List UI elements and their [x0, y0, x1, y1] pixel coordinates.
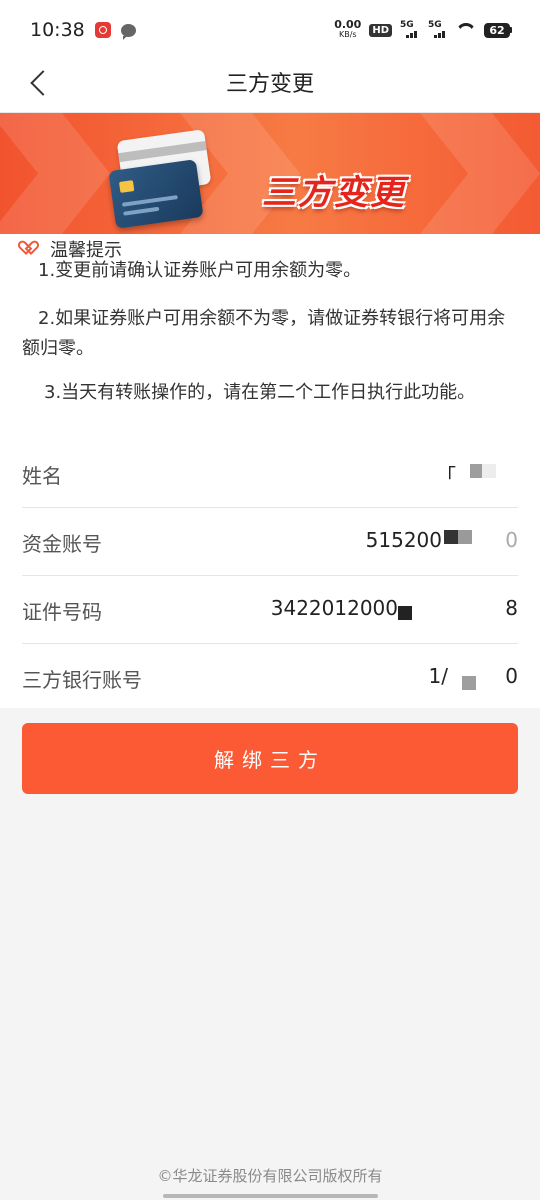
banner-chevron-decoration	[0, 113, 110, 234]
bank-account-value: 1/	[428, 664, 448, 688]
redaction-mask	[482, 464, 496, 478]
tips-section: 温馨提示 1.变更前请确认证券账户可用余额为零。 2.如果证券账户可用余额不为零…	[0, 234, 540, 440]
copyright-footer: ©华龙证券股份有限公司版权所有	[157, 1167, 383, 1185]
bank-card-front-icon	[108, 159, 204, 229]
bank-account-tail: 0	[505, 664, 518, 688]
tip-item: 1.变更前请确认证券账户可用余额为零。	[38, 260, 362, 281]
status-time: 10:38	[30, 19, 85, 41]
network-speed-value: 0.00	[334, 18, 362, 31]
status-bar: 10:38 0.00 KB/s HD 5G 5G 62	[0, 0, 540, 60]
fund-account-label: 资金账号	[22, 532, 102, 556]
unbind-button[interactable]: 解绑三方	[22, 723, 518, 794]
bank-account-label: 三方银行账号	[22, 668, 142, 692]
page-title: 三方变更	[225, 72, 314, 97]
nav-bar: 三方变更	[0, 60, 540, 113]
redaction-mask	[398, 606, 412, 620]
network-speed-unit: KB/s	[338, 30, 357, 39]
cell-signal-2-icon: 5G	[428, 20, 448, 38]
banner-title: 三方变更	[262, 173, 406, 213]
banner: 三方变更	[0, 113, 540, 234]
info-row-id-number: 证件号码 3422012000 8	[22, 576, 518, 644]
account-info: 姓名 「 资金账号 515200 0 证件号码 3422012000 8 三方银…	[0, 440, 540, 708]
battery-level: 62	[484, 22, 510, 38]
sim2-label: 5G	[428, 20, 442, 30]
app-notification-icon	[94, 22, 111, 38]
name-value: 「	[436, 464, 456, 488]
fund-account-tail: 0	[505, 528, 518, 552]
id-number-tail: 8	[505, 596, 518, 620]
sim1-label: 5G	[400, 20, 414, 30]
heart-icon	[22, 241, 40, 257]
info-row-fund-account: 资金账号 515200 0	[22, 508, 518, 576]
wifi-icon	[456, 23, 476, 37]
info-row-name: 姓名 「	[22, 440, 518, 508]
battery-icon: 62	[484, 22, 512, 38]
cell-signal-1-icon: 5G	[400, 20, 420, 38]
fund-account-value: 515200	[365, 528, 442, 552]
home-indicator[interactable]	[163, 1194, 378, 1198]
tip-item: 3.当天有转账操作的，请在第二个工作日执行此功能。	[44, 382, 476, 403]
hd-voice-icon: HD	[369, 23, 392, 37]
redaction-mask	[444, 530, 458, 544]
banner-chevron-decoration	[420, 113, 540, 234]
message-notification-icon	[120, 23, 136, 40]
status-left: 10:38	[30, 19, 136, 41]
id-number-label: 证件号码	[22, 600, 102, 624]
name-label: 姓名	[22, 464, 62, 488]
tip-item: 2.如果证券账户可用余额不为零，请做证券转银行将可用余额归零。	[22, 308, 506, 359]
redaction-mask	[458, 530, 472, 544]
network-speed: 0.00 KB/s	[334, 18, 362, 40]
id-number-value: 3422012000	[270, 596, 398, 620]
status-right: 0.00 KB/s HD 5G 5G 62	[334, 18, 512, 40]
redaction-mask	[462, 676, 476, 690]
info-row-bank-account: 三方银行账号 1/ 0	[22, 644, 518, 711]
